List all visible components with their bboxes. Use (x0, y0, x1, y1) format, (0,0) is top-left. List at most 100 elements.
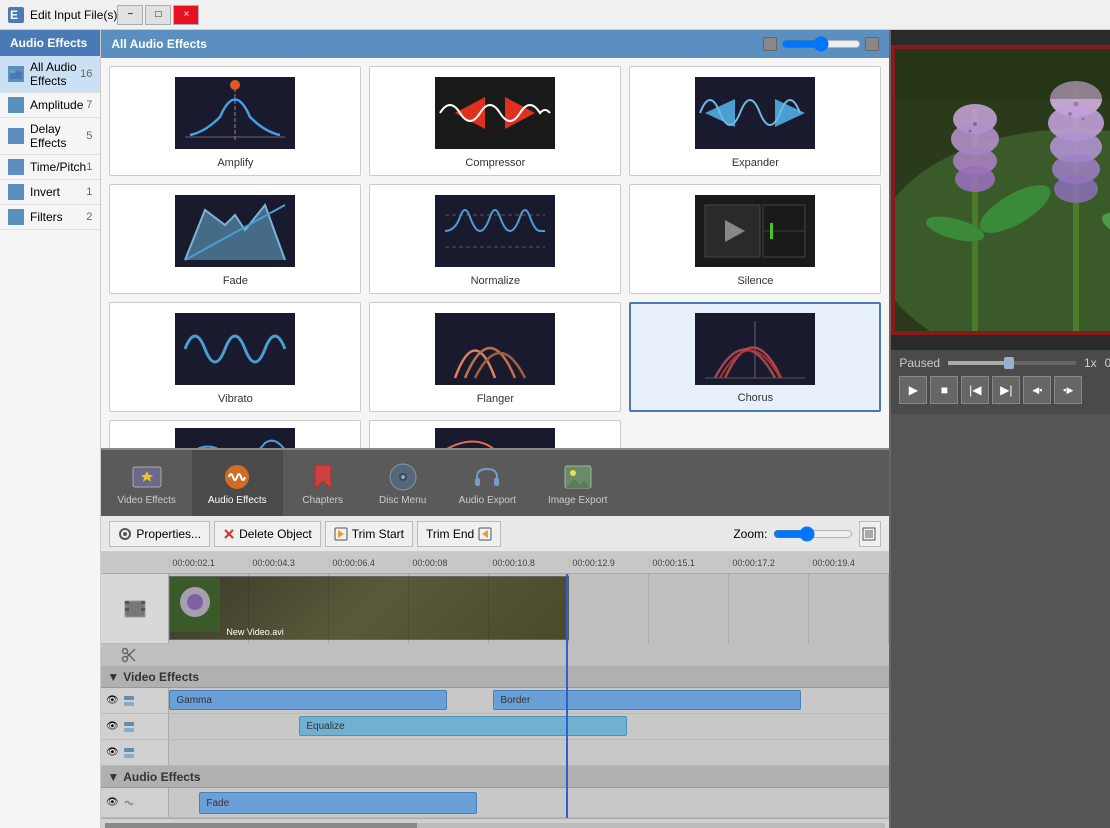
play-button[interactable]: ▶ (899, 376, 927, 404)
video-effects-section: ▼ Video Effects 👁 (101, 666, 889, 766)
zoom-label: Zoom: (733, 527, 767, 541)
tab-video-effects-label: Video Effects (117, 495, 176, 506)
timeline-area[interactable]: 00:00:02.1 00:00:04.3 00:00:06.4 00:00:0… (101, 552, 889, 828)
stop-button[interactable]: ■ (930, 376, 958, 404)
folder-icon (8, 209, 24, 225)
zoom-slider[interactable] (773, 526, 853, 542)
layer-icon-1[interactable] (122, 694, 136, 708)
sidebar-item-filters-count: 2 (86, 211, 92, 223)
effect-label-chorus: Chorus (738, 390, 773, 406)
effects-panel-title: All Audio Effects (111, 37, 207, 51)
effect-card-extra1[interactable] (109, 420, 361, 448)
effect-card-fade[interactable]: Fade (109, 184, 361, 294)
effect-bar-gamma[interactable]: Gamma (169, 690, 447, 710)
sidebar-item-invert-label: Invert (30, 185, 86, 199)
ruler-mark-7: 00:00:15.1 (649, 558, 729, 568)
effect-card-extra2[interactable] (369, 420, 621, 448)
effect-card-compressor[interactable]: Compressor (369, 66, 621, 176)
playback-progress-bar[interactable] (948, 361, 1076, 365)
frame-back-button[interactable]: ◀▪ (1023, 376, 1051, 404)
prev-button[interactable]: |◀ (961, 376, 989, 404)
tab-disc-menu[interactable]: Disc Menu (363, 450, 443, 516)
tab-image-export[interactable]: Image Export (532, 450, 623, 516)
trim-end-label: Trim End (426, 527, 474, 541)
audio-effects-label: Audio Effects (123, 770, 200, 784)
effect-visual-flanger (374, 307, 616, 391)
film-star-icon (131, 461, 163, 493)
progress-handle[interactable] (1004, 357, 1014, 369)
ruler-mark-4: 00:00:08 (409, 558, 489, 568)
playback-time: 00:00:09.115 / 00:00:20.000 (1105, 356, 1110, 370)
effect-card-expander[interactable]: Expander (629, 66, 881, 176)
view-small-icon[interactable] (763, 37, 777, 51)
video-clip-track: New Video.avi (101, 574, 889, 644)
delete-icon (223, 528, 235, 540)
trim-start-button[interactable]: Trim Start (325, 521, 413, 547)
effect-card-amplify[interactable]: Amplify (109, 66, 361, 176)
visibility-toggle-1[interactable]: 👁 (105, 694, 119, 708)
sidebar-item-timepitch[interactable]: Time/Pitch 1 (0, 155, 100, 180)
right-content: Paused 1x 00:00:09.115 / 00:00:20.000 ▶ (891, 30, 1110, 828)
effects-zoom-slider[interactable] (781, 36, 861, 52)
effect-label-amplify: Amplify (217, 155, 253, 171)
sidebar-item-delay-count: 5 (86, 130, 92, 142)
audio-effect-row-1: 👁 Fade (101, 788, 889, 818)
audio-layer-icon-1[interactable] (122, 796, 136, 810)
track-grid-overlay (169, 574, 889, 643)
effect-bar-border[interactable]: Border (493, 690, 801, 710)
properties-button[interactable]: Properties... (109, 521, 210, 547)
effect-label-expander: Expander (732, 155, 779, 171)
tab-image-export-label: Image Export (548, 495, 607, 506)
horizontal-scrollbar-thumb[interactable] (105, 823, 417, 828)
view-large-icon[interactable] (865, 37, 879, 51)
visibility-toggle-2[interactable]: 👁 (105, 720, 119, 734)
tab-chapters[interactable]: Chapters (283, 450, 363, 516)
frame-fwd-button[interactable]: ▪▶ (1054, 376, 1082, 404)
effect-bar-fade-audio[interactable]: Fade (199, 792, 477, 814)
effect-card-normalize[interactable]: Normalize (369, 184, 621, 294)
audio-track-body-1: Fade (169, 788, 889, 817)
minimize-button[interactable]: − (117, 5, 143, 25)
photo-icon (562, 461, 594, 493)
audio-effects-toggle[interactable]: ▼ (107, 770, 119, 784)
video-effects-header: ▼ Video Effects (101, 666, 889, 688)
audio-visibility-toggle-1[interactable]: 👁 (105, 796, 119, 810)
sidebar-item-invert[interactable]: Invert 1 (0, 180, 100, 205)
zoom-fit-button[interactable] (859, 521, 881, 547)
bottom-scrollbar[interactable] (101, 818, 889, 828)
video-frame (891, 45, 1110, 335)
playback-progress-fill (948, 361, 1006, 365)
sidebar-item-amplitude[interactable]: Amplitude 7 (0, 93, 100, 118)
gear-icon (118, 527, 132, 541)
next-button[interactable]: ▶| (992, 376, 1020, 404)
delete-object-label: Delete Object (239, 527, 312, 541)
tab-audio-effects-label: Audio Effects (208, 495, 267, 506)
effect-card-chorus[interactable]: Chorus (629, 302, 881, 412)
effects-scroll[interactable]: Amplify (101, 58, 889, 448)
close-button[interactable]: × (173, 5, 199, 25)
tab-video-effects[interactable]: Video Effects (101, 450, 192, 516)
effect-card-flanger[interactable]: Flanger (369, 302, 621, 412)
effect-card-silence[interactable]: Silence (629, 184, 881, 294)
sidebar-item-filters[interactable]: Filters 2 (0, 205, 100, 230)
trim-end-icon (478, 527, 492, 541)
effect-track-body-1: Gamma Border (169, 688, 889, 713)
effect-card-vibrato[interactable]: Vibrato (109, 302, 361, 412)
maximize-button[interactable]: □ (145, 5, 171, 25)
horizontal-scrollbar-track[interactable] (105, 823, 885, 828)
sidebar-item-delay[interactable]: Delay Effects 5 (0, 118, 100, 155)
trim-end-button[interactable]: Trim End (417, 521, 501, 547)
visibility-toggle-3[interactable]: 👁 (105, 746, 119, 760)
sidebar-item-all[interactable]: All Audio Effects 16 (0, 56, 100, 93)
layer-icon-3[interactable] (122, 746, 136, 760)
video-effects-toggle[interactable]: ▼ (107, 670, 119, 684)
delete-object-button[interactable]: Delete Object (214, 521, 321, 547)
tab-audio-effects[interactable]: Audio Effects (192, 450, 283, 516)
effect-visual-extra2 (374, 425, 616, 448)
sidebar-item-all-label: All Audio Effects (30, 60, 80, 88)
effect-bar-equalize[interactable]: Equalize (299, 716, 627, 736)
tab-audio-export[interactable]: Audio Export (443, 450, 532, 516)
audio-track-controls-1: 👁 (101, 788, 169, 817)
video-effect-row-2: 👁 Equalize (101, 714, 889, 740)
layer-icon-2[interactable] (122, 720, 136, 734)
